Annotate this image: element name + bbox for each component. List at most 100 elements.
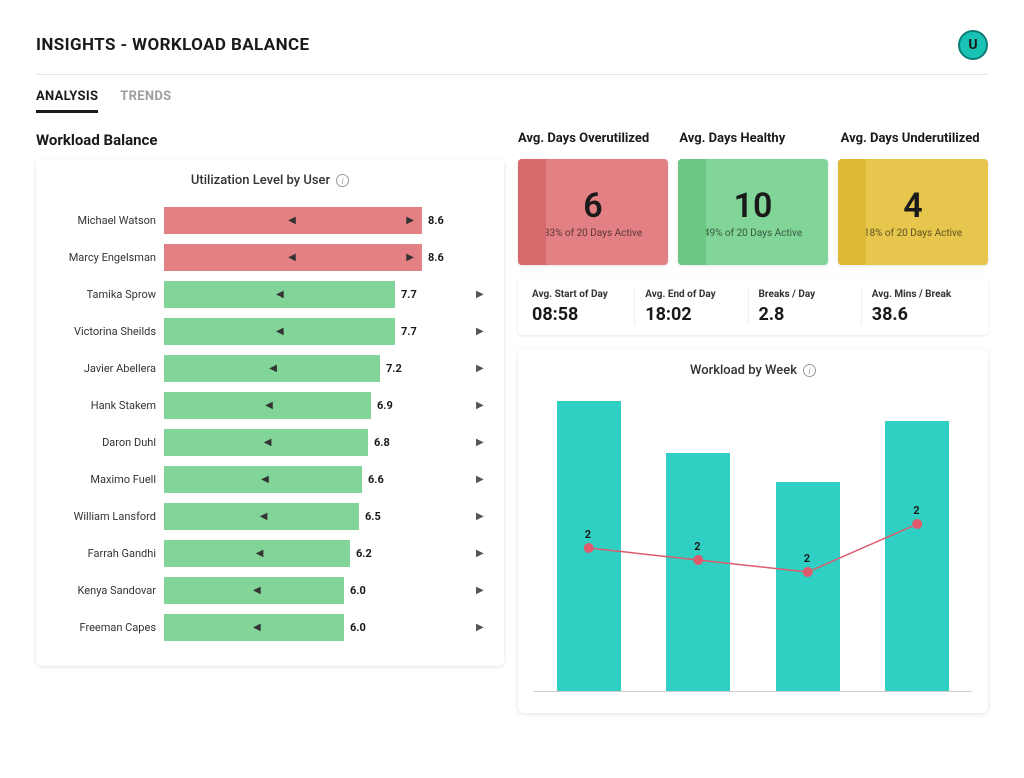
kpi-title-under: Avg. Days Underutilized	[841, 131, 988, 149]
workload-by-week-card: Workload by Week i 2222	[518, 349, 988, 713]
caret-left-icon: ◀	[265, 400, 273, 411]
bar-fill[interactable]: ◀	[164, 466, 362, 493]
bar-track: ◀ 6.0 ▶	[164, 614, 488, 641]
week-bar[interactable]	[557, 401, 621, 691]
kpi-title-over: Avg. Days Overutilized	[518, 131, 665, 149]
caret-left-icon: ◀	[256, 548, 264, 559]
bar-row: William Lansford◀6.5▶	[52, 498, 488, 535]
stats-card: Avg. Start of Day 08:58 Avg. End of Day …	[518, 279, 988, 335]
kpi-over-sub: 33% of 20 Days Active	[544, 228, 642, 239]
utilization-by-user-card: Utilization Level by User i Michael Wats…	[36, 159, 504, 666]
tab-trends[interactable]: TRENDS	[120, 89, 171, 113]
stat-start-value: 08:58	[532, 304, 634, 325]
caret-left-icon: ◀	[276, 289, 284, 300]
bar-row: Farrah Gandhi◀6.2▶	[52, 535, 488, 572]
week-bar[interactable]	[666, 453, 730, 691]
page-title: INSIGHTS - WORKLOAD BALANCE	[36, 35, 310, 55]
caret-right-icon: ▶	[406, 252, 414, 263]
kpi-under-sub: 18% of 20 Days Active	[864, 228, 962, 239]
stat-start-label: Avg. Start of Day	[532, 289, 634, 300]
kpi-healthy-sub: 49% of 20 Days Active	[704, 228, 802, 239]
bar-user-label: Hank Stakem	[52, 399, 164, 412]
bar-track: ◀ 6.8 ▶	[164, 429, 488, 456]
bar-row: Kenya Sandovar◀6.0▶	[52, 572, 488, 609]
chart-title-utilization: Utilization Level by User	[191, 173, 330, 188]
avatar[interactable]: U	[958, 30, 988, 60]
info-icon[interactable]: i	[336, 174, 349, 187]
bar-row: Freeman Capes◀6.0▶	[52, 609, 488, 646]
tab-analysis[interactable]: ANALYSIS	[36, 89, 98, 113]
bar-fill[interactable]: ◀▶	[164, 207, 422, 234]
bar-fill[interactable]: ◀	[164, 577, 344, 604]
bar-value: 6.9	[377, 399, 393, 412]
week-bar[interactable]	[885, 421, 949, 691]
kpi-card-healthy: 10 49% of 20 Days Active	[678, 159, 828, 265]
week-line-point-label: 2	[804, 552, 810, 565]
bar-track: ◀6.2▶	[164, 540, 488, 567]
bar-value: 6.8	[374, 436, 390, 449]
bar-user-label: William Lansford	[52, 510, 164, 523]
bar-track: ◀▶8.6	[164, 207, 488, 234]
bar-track: ◀▶8.6	[164, 244, 488, 271]
caret-left-icon: ◀	[269, 363, 277, 374]
caret-right-icon: ▶	[476, 400, 484, 411]
caret-left-icon: ◀	[261, 474, 269, 485]
bar-fill[interactable]: ◀	[164, 281, 395, 308]
caret-right-icon: ▶	[476, 474, 484, 485]
bar-fill[interactable]: ◀	[164, 614, 344, 641]
bar-track: ◀7.2▶	[164, 355, 488, 382]
bar-value: 7.2	[386, 362, 402, 375]
bar-track: ◀ 6.6 ▶	[164, 466, 488, 493]
caret-left-icon: ◀	[288, 252, 296, 263]
stat-breaks-value: 2.8	[759, 304, 861, 325]
caret-left-icon: ◀	[253, 622, 261, 633]
bar-fill[interactable]: ◀	[164, 355, 380, 382]
caret-right-icon: ▶	[476, 326, 484, 337]
kpi-over-value: 6	[583, 186, 602, 226]
caret-right-icon: ▶	[476, 622, 484, 633]
bar-user-label: Farrah Gandhi	[52, 547, 164, 560]
bar-user-label: Michael Watson	[52, 214, 164, 227]
bar-value: 8.6	[428, 251, 444, 264]
week-bar[interactable]	[776, 482, 840, 691]
week-line-point-label: 2	[913, 504, 919, 517]
bar-track: ◀7.7▶	[164, 281, 488, 308]
info-icon[interactable]: i	[803, 364, 816, 377]
stat-end-label: Avg. End of Day	[645, 289, 747, 300]
bar-value: 7.7	[401, 325, 417, 338]
caret-left-icon: ◀	[264, 437, 272, 448]
kpi-card-underutilized: 4 18% of 20 Days Active	[838, 159, 988, 265]
bar-fill[interactable]: ◀	[164, 540, 350, 567]
bar-user-label: Daron Duhl	[52, 436, 164, 449]
bar-fill[interactable]: ◀	[164, 318, 395, 345]
caret-right-icon: ▶	[476, 548, 484, 559]
bar-user-label: Maximo Fuell	[52, 473, 164, 486]
caret-right-icon: ▶	[476, 289, 484, 300]
bar-value: 6.0	[350, 584, 366, 597]
bar-value: 6.0	[350, 621, 366, 634]
bar-user-label: Javier Abellera	[52, 362, 164, 375]
bar-user-label: Marcy Engelsman	[52, 251, 164, 264]
stat-end-value: 18:02	[645, 304, 747, 325]
stat-mins-label: Avg. Mins / Break	[872, 289, 974, 300]
bar-fill[interactable]: ◀	[164, 392, 371, 419]
bar-row: Michael Watson◀▶8.6	[52, 202, 488, 239]
caret-left-icon: ◀	[288, 215, 296, 226]
bar-row: Victorina Sheilds◀7.7▶	[52, 313, 488, 350]
bar-user-label: Kenya Sandovar	[52, 584, 164, 597]
bar-fill[interactable]: ◀	[164, 429, 368, 456]
bar-track: ◀6.5▶	[164, 503, 488, 530]
bar-fill[interactable]: ◀▶	[164, 244, 422, 271]
caret-left-icon: ◀	[253, 585, 261, 596]
bar-track: ◀ 6.9 ▶	[164, 392, 488, 419]
kpi-card-overutilized: 6 33% of 20 Days Active	[518, 159, 668, 265]
caret-right-icon: ▶	[406, 215, 414, 226]
kpi-under-value: 4	[903, 186, 922, 226]
bar-value: 6.5	[365, 510, 381, 523]
caret-right-icon: ▶	[476, 437, 484, 448]
kpi-shade	[518, 159, 546, 265]
bar-value: 6.6	[368, 473, 384, 486]
kpi-shade	[678, 159, 706, 265]
week-line-point-label: 2	[585, 528, 591, 541]
bar-fill[interactable]: ◀	[164, 503, 359, 530]
